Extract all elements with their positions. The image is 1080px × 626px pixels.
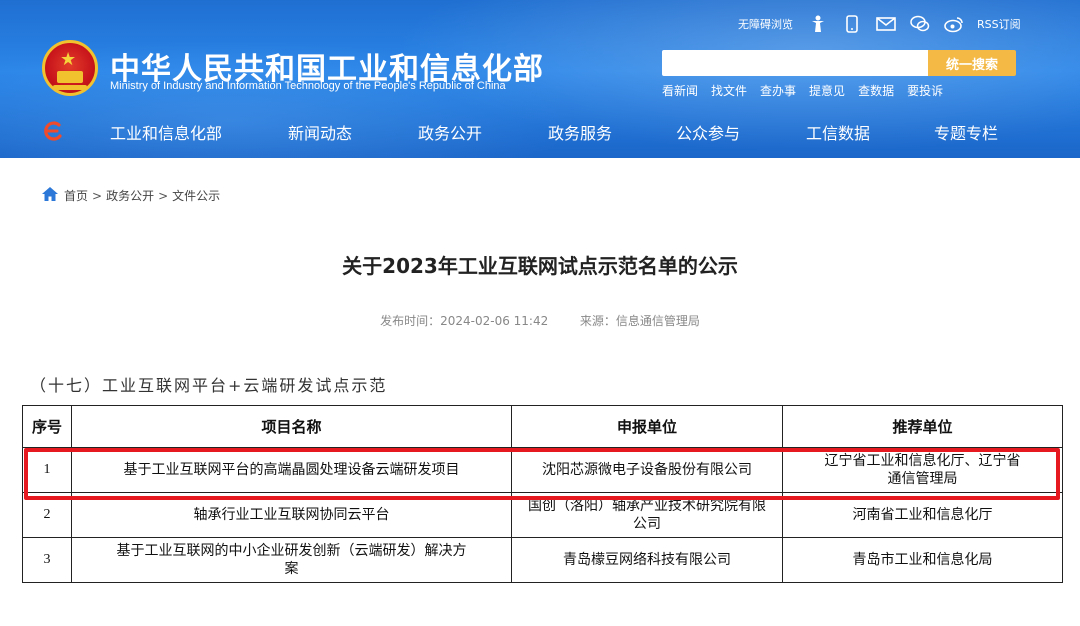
mobile-icon[interactable] xyxy=(841,14,863,34)
breadcrumb-file-notice[interactable]: 文件公示 xyxy=(172,187,220,204)
accessibility-icon[interactable] xyxy=(807,14,829,34)
column-header-number: 序号 xyxy=(22,405,72,448)
publish-time: 2024-02-06 11:42 xyxy=(440,314,549,328)
national-emblem-icon[interactable]: ★ xyxy=(42,40,98,96)
search-button[interactable]: 统一搜索 xyxy=(928,50,1016,76)
search-input[interactable] xyxy=(662,50,930,76)
table-header-row: 序号 项目名称 申报单位 推荐单位 xyxy=(22,405,1063,448)
cell-applicant: 青岛檬豆网络科技有限公司 xyxy=(511,537,783,583)
breadcrumb-home[interactable]: 首页 xyxy=(64,187,88,204)
accessibility-link[interactable]: 无障碍浏览 xyxy=(738,16,793,32)
mail-icon[interactable] xyxy=(875,14,897,34)
source-value: 信息通信管理局 xyxy=(615,314,700,328)
quick-link-services[interactable]: 查办事 xyxy=(760,82,796,99)
source-label: 来源： xyxy=(579,314,616,328)
nav-item-data[interactable]: 工信数据 xyxy=(806,120,870,144)
nav-logo-icon[interactable] xyxy=(42,120,64,142)
article-meta: 发布时间：2024-02-06 11:42 来源：信息通信管理局 xyxy=(0,312,1080,329)
breadcrumb-gov-affairs[interactable]: 政务公开 xyxy=(106,187,154,204)
quick-link-files[interactable]: 找文件 xyxy=(711,82,747,99)
nav-item-services[interactable]: 政务服务 xyxy=(548,120,612,144)
quick-link-news[interactable]: 看新闻 xyxy=(662,82,698,99)
wechat-icon[interactable] xyxy=(909,14,931,34)
home-icon[interactable] xyxy=(42,187,58,204)
nav-item-gov-affairs[interactable]: 政务公开 xyxy=(418,120,482,144)
nav-item-ministry[interactable]: 工业和信息化部 xyxy=(110,120,222,144)
weibo-icon[interactable] xyxy=(943,14,965,34)
nav-item-participation[interactable]: 公众参与 xyxy=(676,120,740,144)
quick-links: 看新闻 找文件 查办事 提意见 查数据 要投诉 xyxy=(662,82,943,99)
cell-project-name: 基于工业互联网的中小企业研发创新（云端研发）解决方案 xyxy=(71,537,512,583)
table-row: 3 基于工业互联网的中小企业研发创新（云端研发）解决方案 青岛檬豆网络科技有限公… xyxy=(22,537,1063,583)
cell-number: 3 xyxy=(22,537,72,583)
breadcrumb-separator: > xyxy=(92,188,103,203)
column-header-applicant: 申报单位 xyxy=(511,405,783,448)
main-nav: 工业和信息化部 新闻动态 政务公开 政务服务 公众参与 工信数据 专题专栏 xyxy=(0,112,1080,152)
quick-link-data[interactable]: 查数据 xyxy=(858,82,894,99)
top-links: 无障碍浏览 RSS订阅 xyxy=(738,14,1021,34)
column-header-recommender: 推荐单位 xyxy=(782,405,1063,448)
nav-item-news[interactable]: 新闻动态 xyxy=(288,120,352,144)
nav-item-topics[interactable]: 专题专栏 xyxy=(934,120,998,144)
highlight-box xyxy=(24,448,1060,500)
rss-link[interactable]: RSS订阅 xyxy=(977,16,1021,32)
site-subtitle: Ministry of Industry and Information Tec… xyxy=(110,80,506,92)
column-header-project-name: 项目名称 xyxy=(71,405,512,448)
breadcrumb-separator: > xyxy=(158,188,169,203)
quick-link-feedback[interactable]: 提意见 xyxy=(809,82,845,99)
publish-label: 发布时间： xyxy=(380,314,441,328)
article-title: 关于2023年工业互联网试点示范名单的公示 xyxy=(342,254,738,278)
quick-link-complaint[interactable]: 要投诉 xyxy=(907,82,943,99)
site-header: ★ 中华人民共和国工业和信息化部 Ministry of Industry an… xyxy=(0,0,1080,158)
cell-recommender: 青岛市工业和信息化局 xyxy=(782,537,1063,583)
section-heading: （十七）工业互联网平台+云端研发试点示范 xyxy=(30,376,388,395)
breadcrumb: 首页 > 政务公开 > 文件公示 xyxy=(42,187,220,204)
